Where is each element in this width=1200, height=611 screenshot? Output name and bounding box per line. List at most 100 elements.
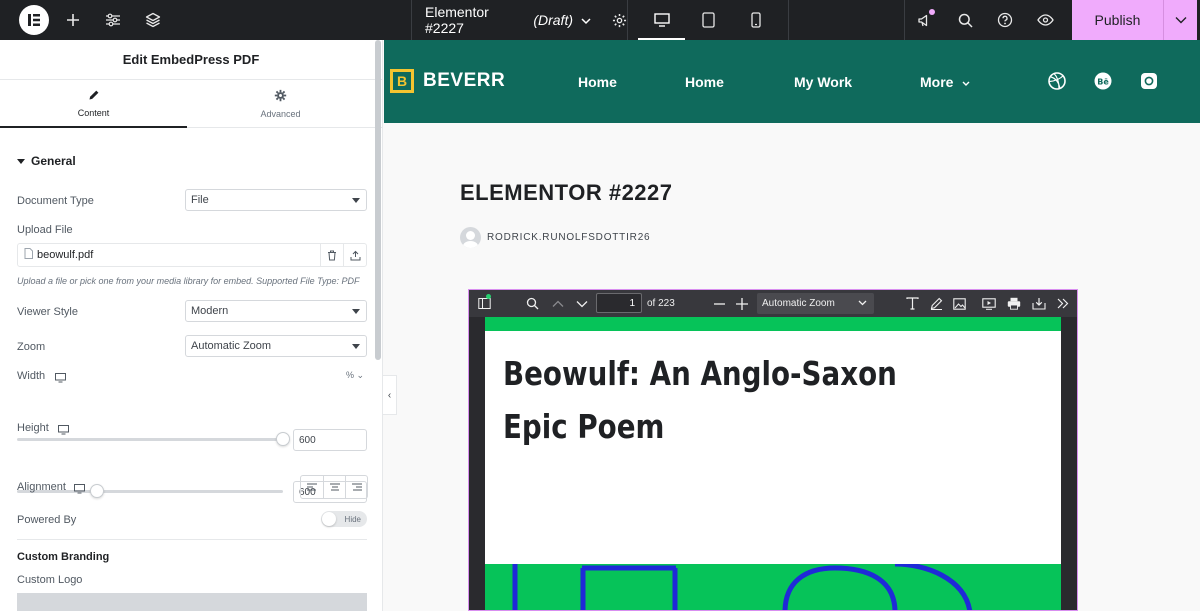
powered-by-toggle[interactable]: Hide xyxy=(321,511,367,527)
device-switcher xyxy=(628,0,789,40)
next-page-icon[interactable] xyxy=(570,290,594,317)
document-type-value: File xyxy=(191,194,209,206)
notifications-megaphone-icon[interactable] xyxy=(905,0,945,40)
width-slider-track[interactable] xyxy=(17,438,283,441)
select-caret-icon xyxy=(352,344,360,349)
section-general-toggle[interactable]: General xyxy=(17,154,76,168)
zoom-label: Zoom xyxy=(17,341,46,353)
viewer-style-select[interactable]: Modern xyxy=(185,300,367,322)
zoom-out-icon[interactable] xyxy=(707,290,731,317)
upload-icon[interactable] xyxy=(343,243,366,267)
width-input[interactable]: 600 xyxy=(293,429,367,451)
desktop-view-icon[interactable] xyxy=(638,0,685,40)
width-value: 600 xyxy=(299,434,316,446)
height-slider-handle[interactable] xyxy=(89,484,104,498)
zoom-select[interactable]: Automatic Zoom xyxy=(185,335,367,357)
mobile-view-icon[interactable] xyxy=(732,0,779,40)
tablet-view-icon[interactable] xyxy=(685,0,732,40)
sidebar-toggle-icon[interactable] xyxy=(472,290,496,317)
document-type-select[interactable]: File xyxy=(185,189,367,211)
document-type-label: Document Type xyxy=(17,195,94,207)
upload-file-help-text: Upload a file or pick one from your medi… xyxy=(17,276,360,286)
search-icon[interactable] xyxy=(945,0,985,40)
more-tools-icon[interactable] xyxy=(1051,290,1075,317)
pencil-icon xyxy=(88,89,100,103)
powered-by-label: Powered By xyxy=(17,514,77,526)
print-icon[interactable] xyxy=(1002,290,1026,317)
site-logo[interactable]: B BEVERR xyxy=(390,69,505,93)
previous-page-icon[interactable] xyxy=(546,290,570,317)
caret-down-icon xyxy=(17,154,25,168)
draw-pen-icon[interactable] xyxy=(924,290,948,317)
align-left-icon[interactable] xyxy=(301,476,323,498)
pdf-page: Beowulf: An Anglo-Saxon Epic Poem xyxy=(485,317,1061,610)
pdf-document-title: Beowulf: An Anglo-Saxon Epic Poem xyxy=(503,354,897,446)
tab-advanced-label: Advanced xyxy=(260,109,301,119)
responsive-desktop-icon[interactable] xyxy=(58,422,69,440)
site-settings-sliders-icon[interactable] xyxy=(93,0,133,40)
pdf-toolbar: 1 of 223 Automatic Zoom xyxy=(469,290,1077,317)
align-right-icon[interactable] xyxy=(345,476,367,498)
post-title: ELEMENTOR #2227 xyxy=(460,180,673,205)
pdf-zoom-select[interactable]: Automatic Zoom xyxy=(757,293,874,314)
responsive-desktop-icon[interactable] xyxy=(55,370,66,388)
collapse-panel-chevron-icon[interactable]: ‹ xyxy=(383,375,397,415)
select-caret-icon xyxy=(352,309,360,314)
publish-button[interactable]: Publish xyxy=(1072,0,1163,40)
nav-item-home-2[interactable]: Home xyxy=(685,74,724,90)
tab-advanced[interactable]: Advanced xyxy=(187,80,374,128)
align-center-icon[interactable] xyxy=(323,476,345,498)
gear-icon xyxy=(274,89,287,104)
upload-file-label: Upload File xyxy=(17,224,73,236)
section-divider xyxy=(17,539,367,540)
help-icon[interactable] xyxy=(985,0,1025,40)
download-icon[interactable] xyxy=(1027,290,1051,317)
nav-item-more-label: More xyxy=(920,74,954,90)
behance-icon[interactable]: Bē xyxy=(1094,72,1112,90)
tab-content-label: Content xyxy=(77,107,110,118)
zoom-value: Automatic Zoom xyxy=(191,340,272,352)
zoom-in-icon[interactable] xyxy=(730,290,754,317)
document-title: Elementor #2227 xyxy=(425,4,489,36)
topbar-left-group xyxy=(0,0,412,40)
upload-file-field[interactable]: beowulf.pdf xyxy=(17,243,367,267)
add-element-icon[interactable] xyxy=(53,0,93,40)
document-title-dropdown[interactable]: Elementor #2227 (Draft) xyxy=(412,0,628,40)
publish-options-chevron-icon[interactable] xyxy=(1163,0,1197,40)
editor-panel: Edit EmbedPress PDF Content Advanced Gen… xyxy=(0,40,383,611)
preview-eye-icon[interactable] xyxy=(1025,0,1065,40)
tab-content[interactable]: Content xyxy=(0,80,187,128)
elementor-logo-icon[interactable] xyxy=(19,5,49,35)
file-document-icon xyxy=(24,248,33,262)
structure-layers-icon[interactable] xyxy=(133,0,173,40)
nav-item-my-work[interactable]: My Work xyxy=(794,74,852,90)
section-general-title: General xyxy=(31,154,76,168)
width-slider-handle[interactable] xyxy=(276,432,290,446)
custom-logo-upload-area[interactable] xyxy=(17,593,367,611)
image-tool-icon[interactable] xyxy=(947,290,971,317)
search-icon[interactable] xyxy=(520,290,544,317)
panel-title: Edit EmbedPress PDF xyxy=(0,40,382,80)
width-label: Width xyxy=(17,370,46,382)
page-total: of 223 xyxy=(647,298,675,309)
instagram-icon[interactable] xyxy=(1140,72,1158,90)
page-number-input[interactable]: 1 xyxy=(596,293,642,313)
custom-logo-label: Custom Logo xyxy=(17,574,83,586)
nav-item-more[interactable]: More xyxy=(920,74,970,90)
panel-scrollbar[interactable] xyxy=(375,40,381,360)
dribbble-icon[interactable] xyxy=(1048,72,1066,90)
width-unit-select[interactable]: % ⌄ xyxy=(346,370,364,381)
presentation-mode-icon[interactable] xyxy=(977,290,1001,317)
page-settings-gear-icon[interactable] xyxy=(612,13,627,28)
custom-branding-heading: Custom Branding xyxy=(17,551,110,563)
topbar-spacer xyxy=(789,0,905,40)
nav-item-home[interactable]: Home xyxy=(578,74,617,90)
post-author[interactable]: RODRICK.RUNOLFSDOTTIR26 xyxy=(460,227,650,248)
chevron-down-icon xyxy=(858,298,867,309)
pdf-page-illustration xyxy=(485,564,1061,610)
text-tool-icon[interactable] xyxy=(900,290,924,317)
responsive-desktop-icon[interactable] xyxy=(74,481,85,499)
delete-trash-icon[interactable] xyxy=(320,243,343,267)
avatar xyxy=(460,227,481,248)
document-status: (Draft) xyxy=(533,12,573,28)
